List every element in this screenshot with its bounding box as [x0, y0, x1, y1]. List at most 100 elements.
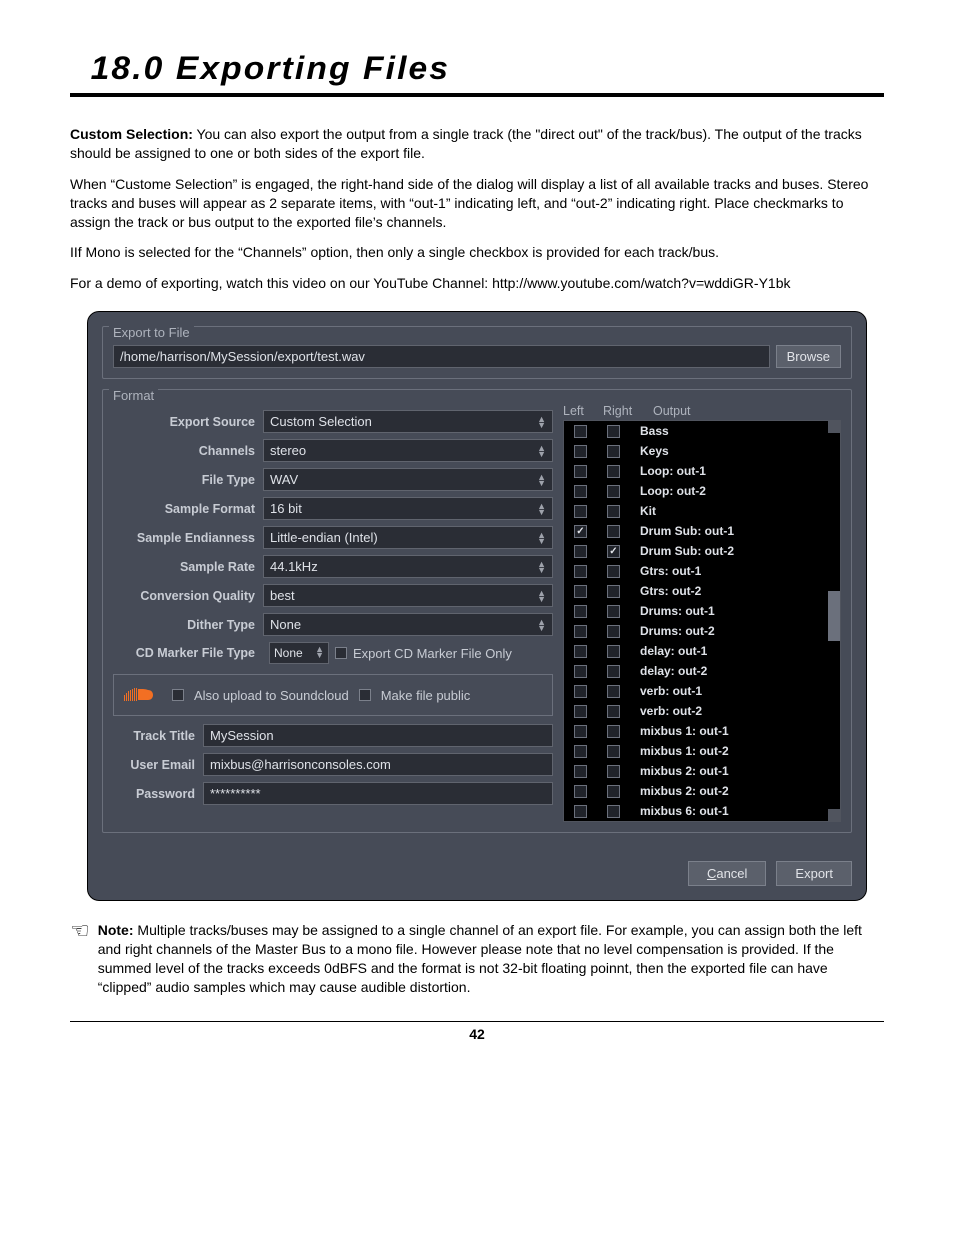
- checkbox-right[interactable]: [607, 625, 620, 638]
- select-sample-format[interactable]: 16 bit▲▼: [263, 497, 553, 520]
- output-label: Loop: out-2: [640, 484, 706, 498]
- label-upload-soundcloud: Also upload to Soundcloud: [194, 688, 349, 703]
- checkbox-left[interactable]: [574, 645, 587, 658]
- checkbox-left[interactable]: [574, 505, 587, 518]
- checkbox-right[interactable]: [607, 785, 620, 798]
- header-right: Right: [603, 404, 647, 418]
- checkbox-left[interactable]: [574, 725, 587, 738]
- select-export-source[interactable]: Custom Selection▲▼: [263, 410, 553, 433]
- checkbox-left[interactable]: [574, 605, 587, 618]
- checkbox-right[interactable]: [607, 445, 620, 458]
- checkbox-left[interactable]: [574, 785, 587, 798]
- label-sample-format: Sample Format: [113, 502, 263, 516]
- select-conversion-quality[interactable]: best▲▼: [263, 584, 553, 607]
- output-label: verb: out-2: [640, 704, 702, 718]
- checkbox-left[interactable]: [574, 705, 587, 718]
- header-output: Output: [653, 404, 841, 418]
- checkbox-right[interactable]: [607, 725, 620, 738]
- checkbox-right[interactable]: [607, 765, 620, 778]
- spinner-icon: ▲▼: [537, 561, 546, 573]
- output-list[interactable]: BassKeysLoop: out-1Loop: out-2KitDrum Su…: [563, 420, 841, 822]
- checkbox-right[interactable]: [607, 805, 620, 818]
- output-label: Kit: [640, 504, 656, 518]
- checkbox-right[interactable]: [607, 465, 620, 478]
- label-dither-type: Dither Type: [113, 618, 263, 632]
- label-channels: Channels: [113, 444, 263, 458]
- output-label: mixbus 2: out-1: [640, 764, 729, 778]
- scroll-thumb[interactable]: [828, 591, 840, 641]
- input-password[interactable]: [203, 782, 553, 805]
- output-label: Gtrs: out-2: [640, 584, 701, 598]
- browse-button[interactable]: Browse: [776, 345, 841, 368]
- output-label: mixbus 2: out-2: [640, 784, 729, 798]
- checkbox-right[interactable]: [607, 605, 620, 618]
- checkbox-right[interactable]: [607, 705, 620, 718]
- scroll-down-button[interactable]: [828, 809, 840, 821]
- output-row: Kit: [564, 501, 840, 521]
- checkbox-right[interactable]: [607, 585, 620, 598]
- checkbox-right[interactable]: [607, 545, 620, 558]
- checkbox-right[interactable]: [607, 745, 620, 758]
- label-sample-rate: Sample Rate: [113, 560, 263, 574]
- group-format-label: Format: [109, 388, 158, 403]
- file-path-input[interactable]: [113, 345, 770, 368]
- note-lead: Note:: [98, 922, 134, 938]
- output-label: verb: out-1: [640, 684, 702, 698]
- checkbox-right[interactable]: [607, 485, 620, 498]
- output-row: Drum Sub: out-2: [564, 541, 840, 561]
- select-dither-type[interactable]: None▲▼: [263, 613, 553, 636]
- checkbox-upload-soundcloud[interactable]: [172, 689, 184, 701]
- cancel-button[interactable]: Cancel: [688, 861, 766, 886]
- select-cd-marker[interactable]: None▲▼: [269, 642, 329, 664]
- checkbox-left[interactable]: [574, 485, 587, 498]
- checkbox-right[interactable]: [607, 505, 620, 518]
- input-track-title[interactable]: [203, 724, 553, 747]
- checkbox-left[interactable]: [574, 545, 587, 558]
- output-row: Drums: out-1: [564, 601, 840, 621]
- select-sample-endianness[interactable]: Little-endian (Intel)▲▼: [263, 526, 553, 549]
- checkbox-left[interactable]: [574, 585, 587, 598]
- output-label: mixbus 1: out-1: [640, 724, 729, 738]
- input-user-email[interactable]: [203, 753, 553, 776]
- output-label: Drums: out-1: [640, 604, 715, 618]
- spinner-icon: ▲▼: [537, 416, 546, 428]
- checkbox-left[interactable]: [574, 805, 587, 818]
- select-sample-rate[interactable]: 44.1kHz▲▼: [263, 555, 553, 578]
- checkbox-make-public[interactable]: [359, 689, 371, 701]
- checkbox-left[interactable]: [574, 625, 587, 638]
- soundcloud-icon: [122, 685, 162, 705]
- spinner-icon: ▲▼: [315, 646, 324, 660]
- rule-top: [70, 93, 884, 97]
- checkbox-left[interactable]: [574, 565, 587, 578]
- p1-lead: Custom Selection:: [70, 126, 193, 142]
- checkbox-left[interactable]: [574, 425, 587, 438]
- checkbox-left[interactable]: [574, 685, 587, 698]
- select-channels[interactable]: stereo▲▼: [263, 439, 553, 462]
- output-label: delay: out-2: [640, 664, 707, 678]
- output-panel: Left Right Output BassKeysLoop: out-1Loo…: [563, 404, 841, 822]
- checkbox-right[interactable]: [607, 525, 620, 538]
- checkbox-left[interactable]: [574, 445, 587, 458]
- spinner-icon: ▲▼: [537, 619, 546, 631]
- scroll-up-button[interactable]: [828, 421, 840, 433]
- checkbox-right[interactable]: [607, 665, 620, 678]
- select-file-type[interactable]: WAV▲▼: [263, 468, 553, 491]
- checkbox-right[interactable]: [607, 565, 620, 578]
- label-track-title: Track Title: [113, 729, 203, 743]
- checkbox-left[interactable]: [574, 525, 587, 538]
- checkbox-right[interactable]: [607, 425, 620, 438]
- checkbox-right[interactable]: [607, 685, 620, 698]
- checkbox-right[interactable]: [607, 645, 620, 658]
- label-password: Password: [113, 787, 203, 801]
- export-button[interactable]: Export: [776, 861, 852, 886]
- label-cd-marker: CD Marker File Type: [113, 646, 263, 660]
- output-row: Loop: out-1: [564, 461, 840, 481]
- checkbox-export-cd-only[interactable]: [335, 647, 347, 659]
- checkbox-left[interactable]: [574, 765, 587, 778]
- checkbox-left[interactable]: [574, 465, 587, 478]
- checkbox-left[interactable]: [574, 745, 587, 758]
- output-label: Drum Sub: out-1: [640, 524, 734, 538]
- label-export-cd-only: Export CD Marker File Only: [353, 646, 512, 661]
- checkbox-left[interactable]: [574, 665, 587, 678]
- rule-bottom: [70, 1021, 884, 1022]
